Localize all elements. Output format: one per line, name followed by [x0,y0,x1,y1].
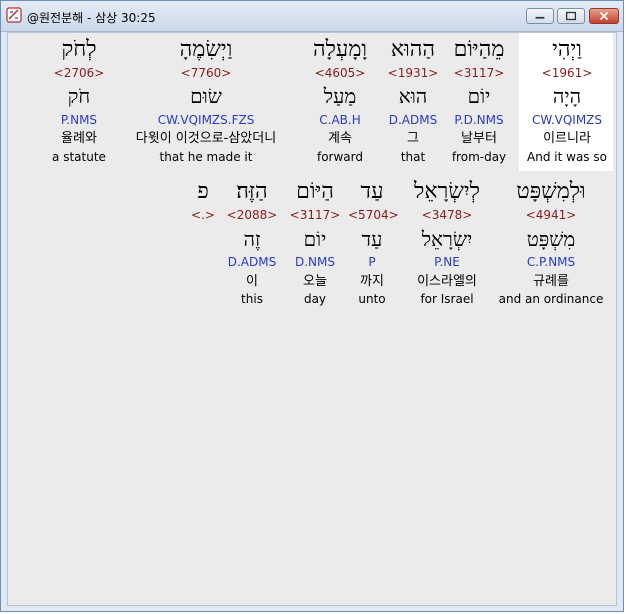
lemma: שׂוּם [190,84,222,108]
window-title: @원전분해 - 삼상 30:25 [27,11,156,25]
korean-gloss: 이스라엘의 [417,274,477,289]
english-gloss: from-day [451,150,507,164]
lemma: חֹק [67,84,91,108]
lemma: יוֹם [303,227,327,251]
hebrew-word[interactable]: הַיּוֹם [286,179,344,205]
morphology: CW.VQIMZS [531,113,603,127]
strong-number[interactable]: <4941> [494,208,608,222]
korean-gloss: 날부터 [461,131,497,146]
lemma: הוּא [398,84,428,108]
app-window: @원전분해 - 삼상 30:25 וַיְהִי <1961> הָיָה CW… [0,0,624,612]
korean-gloss: 이르니라 [543,131,591,146]
korean-gloss: 규례를 [533,274,569,289]
korean-gloss: 율례와 [61,131,97,146]
hebrew-word[interactable]: עַד [348,179,396,205]
hebrew-word[interactable]: וָמָעְלָה [302,37,378,63]
hebrew-word[interactable]: מֵהַיּוֹם [448,37,510,63]
maximize-button[interactable] [557,8,585,24]
morphology: P.NMS [60,113,98,127]
korean-gloss: 이 [246,274,258,289]
hebrew-word[interactable]: וַיְשִׂמֶהָ [120,37,292,63]
strong-number[interactable]: <2706> [46,66,112,80]
english-gloss: forward [316,150,363,164]
hebrew-word[interactable]: לְחֹק [46,37,112,63]
hebrew-word[interactable]: פ [188,179,218,205]
morphology: CW.VQIMZS.FZS [157,113,255,127]
lemma: מַעַל [323,84,357,108]
english-gloss: that he made it [159,150,253,164]
hebrew-word[interactable]: הַהוּא [385,37,441,63]
morphology: P [368,255,376,269]
strong-number[interactable]: <.> [188,208,218,222]
korean-gloss: 다윗이 이것으로-삼았더니 [135,131,277,146]
korean-gloss: 그 [407,131,419,146]
strong-number[interactable]: <3478> [404,208,490,222]
lemma: הָיָה [552,84,582,108]
minimize-button[interactable] [526,8,554,24]
lemma: יוֹם [467,84,491,108]
korean-gloss: 오늘 [303,274,327,289]
strong-number[interactable]: <4605> [302,66,378,80]
english-gloss: this [241,292,263,306]
title-bar[interactable]: @원전분해 - 삼상 30:25 [1,1,623,32]
hebrew-word[interactable]: לְיִשְׂרָאֵל [404,179,490,205]
korean-gloss: 까지 [360,274,384,289]
morphology: P.D.NMS [454,113,504,127]
english-gloss: that [400,150,426,164]
interlinear-panel: וַיְהִי <1961> הָיָה CW.VQIMZS 이르니라 And … [7,32,617,606]
english-gloss: unto [358,292,386,306]
minimize-icon [535,16,545,19]
close-button[interactable] [589,8,619,24]
morphology: D.ADMS [388,113,438,127]
strong-number[interactable]: <3117> [448,66,510,80]
hebrew-word[interactable]: וּלְמִשְׁפָּט [494,179,608,205]
morphology: P.NE [434,255,460,269]
lemma: מִשְׁפָּט [526,227,576,251]
hebrew-word[interactable]: וַיְהִי [524,37,610,63]
morphology: D.NMS [294,255,335,269]
morphology: D.ADMS [227,255,277,269]
lemma: יִשְׂרָאֵל [421,227,473,251]
english-gloss: day [303,292,327,306]
morphology: C.P.NMS [526,255,576,269]
lemma: עַד [361,227,383,251]
english-gloss: and an ordinance [498,292,604,306]
strong-number[interactable]: <5704> [348,208,399,222]
app-icon [6,7,22,23]
english-gloss: for Israel [420,292,474,306]
close-icon [599,11,609,21]
strong-number[interactable]: <2088> [222,208,282,222]
maximize-icon [565,11,577,21]
strong-number[interactable]: <3117> [286,208,344,222]
english-gloss: And it was so [527,150,607,164]
strong-number[interactable]: <1961> [524,66,610,80]
strong-number[interactable]: <7760> [120,66,292,80]
english-gloss: a statute [52,150,106,164]
morphology: C.AB.H [319,113,361,127]
strong-number[interactable]: <1931> [385,66,441,80]
hebrew-word[interactable]: הַזֶּה׃ [222,179,282,205]
lemma: זֶה [243,227,261,251]
korean-gloss: 계속 [328,131,352,146]
